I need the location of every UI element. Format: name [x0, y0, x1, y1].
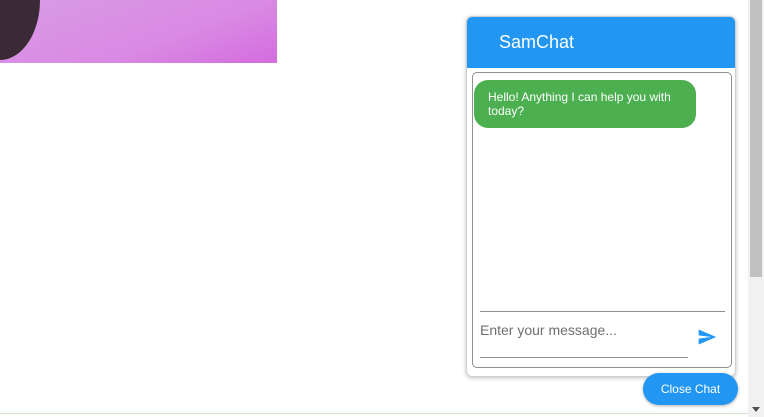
chat-widget: SamChat Hello! Anything I can help you w…	[466, 16, 736, 377]
input-area	[480, 311, 725, 361]
bot-message: Hello! Anything I can help you with toda…	[474, 80, 696, 128]
send-button[interactable]	[695, 325, 719, 349]
chat-body: Hello! Anything I can help you with toda…	[472, 72, 732, 368]
send-icon	[698, 329, 717, 345]
image-dark-shape	[0, 0, 40, 60]
page: SamChat Hello! Anything I can help you w…	[0, 0, 764, 417]
scroll-down-arrow-icon[interactable]	[752, 407, 760, 412]
scrollbar[interactable]	[748, 0, 764, 417]
chat-title: SamChat	[499, 32, 575, 52]
page-bottom-divider	[0, 413, 748, 414]
close-chat-button[interactable]: Close Chat	[643, 373, 738, 405]
chat-header: SamChat	[467, 17, 735, 68]
background-image	[0, 0, 277, 63]
message-input[interactable]	[480, 318, 688, 358]
scrollbar-thumb[interactable]	[750, 0, 762, 277]
